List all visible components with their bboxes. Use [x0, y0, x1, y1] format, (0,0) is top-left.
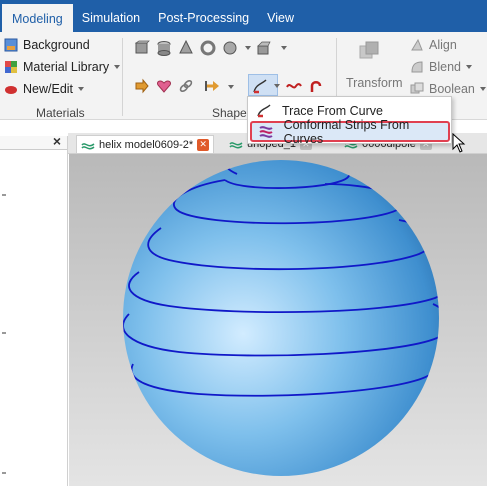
doc-tab-label: helix model0609-2* [99, 138, 194, 151]
tab-post-processing[interactable]: Post-Processing [149, 4, 258, 32]
chevron-down-icon [465, 65, 472, 69]
conformal-strips-icon [259, 125, 273, 138]
transform-icon[interactable] [358, 40, 382, 64]
mouse-pointer-icon [452, 133, 466, 153]
curve-tools-button[interactable] [248, 74, 280, 96]
trace-curve-icon [257, 103, 271, 117]
curve-tools-dropdown: Trace From Curve Conformal Strips From C… [247, 96, 452, 146]
link-icon[interactable] [178, 78, 194, 94]
model-icon [81, 142, 95, 149]
tab-view[interactable]: View [258, 4, 303, 32]
trace-curve-icon [253, 79, 267, 94]
chevron-down-icon [274, 84, 280, 88]
align-label: Align [429, 38, 457, 52]
brick-icon[interactable] [134, 40, 150, 56]
new-edit-icon [4, 82, 18, 96]
tab-modeling[interactable]: Modeling [2, 4, 73, 32]
model-icon [229, 142, 243, 149]
menu-item-conformal-strips[interactable]: Conformal Strips From Curves [250, 118, 450, 146]
new-edit-button[interactable]: New/Edit [4, 82, 85, 96]
background-button[interactable]: Background [4, 38, 90, 52]
cone-icon[interactable] [178, 40, 194, 56]
import-icon[interactable] [134, 78, 150, 94]
boolean-button[interactable]: Boolean [410, 82, 486, 96]
tab-simulation[interactable]: Simulation [73, 4, 149, 32]
close-icon[interactable]: × [53, 133, 61, 149]
blend-icon [410, 60, 424, 74]
left-panel-header: × [0, 133, 67, 150]
background-label: Background [23, 38, 90, 52]
chevron-down-icon[interactable] [228, 85, 234, 89]
material-library-button[interactable]: Material Library [4, 60, 121, 74]
sphere [123, 160, 439, 476]
wave-curve-icon[interactable] [286, 78, 302, 94]
chevron-down-icon[interactable] [281, 46, 287, 50]
background-icon [4, 38, 18, 52]
helix-sphere-model [123, 160, 439, 476]
heart-shape-icon[interactable] [156, 78, 172, 94]
boolean-label: Boolean [429, 82, 475, 96]
3d-viewport[interactable] [69, 154, 487, 486]
chevron-down-icon[interactable] [245, 46, 251, 50]
sphere-shape-icon[interactable] [222, 40, 238, 56]
tree-marker [2, 332, 6, 334]
left-panel: × [0, 133, 68, 486]
chevron-down-icon [114, 65, 121, 69]
extrude-icon[interactable] [256, 40, 272, 56]
blend-button[interactable]: Blend [410, 60, 472, 74]
align-icon [410, 38, 424, 52]
cylinder-icon[interactable] [156, 40, 172, 56]
align-button[interactable]: Align [410, 38, 457, 52]
torus-icon[interactable] [200, 40, 216, 56]
material-library-label: Material Library [23, 60, 110, 74]
material-library-icon [4, 60, 18, 74]
blend-label: Blend [429, 60, 461, 74]
new-edit-label: New/Edit [23, 82, 74, 96]
tree-marker [2, 472, 6, 474]
close-icon[interactable]: ✕ [197, 138, 210, 151]
sweep-icon[interactable] [204, 78, 220, 94]
transform-button[interactable]: Transform [346, 76, 403, 90]
materials-group-label: Materials [36, 106, 85, 120]
chevron-down-icon [78, 87, 85, 91]
group-divider [122, 38, 123, 116]
boolean-icon [410, 82, 424, 96]
bend-curve-icon[interactable] [308, 78, 324, 94]
menu-item-label: Trace From Curve [282, 103, 383, 118]
chevron-down-icon [479, 87, 486, 91]
tree-marker [2, 194, 6, 196]
doc-tab-helix-model[interactable]: helix model0609-2* ✕ [76, 135, 215, 153]
transform-label: Transform [346, 76, 403, 90]
menu-bar: Modeling Simulation Post-Processing View [0, 0, 487, 32]
menu-item-label: Conformal Strips From Curves [283, 117, 410, 146]
